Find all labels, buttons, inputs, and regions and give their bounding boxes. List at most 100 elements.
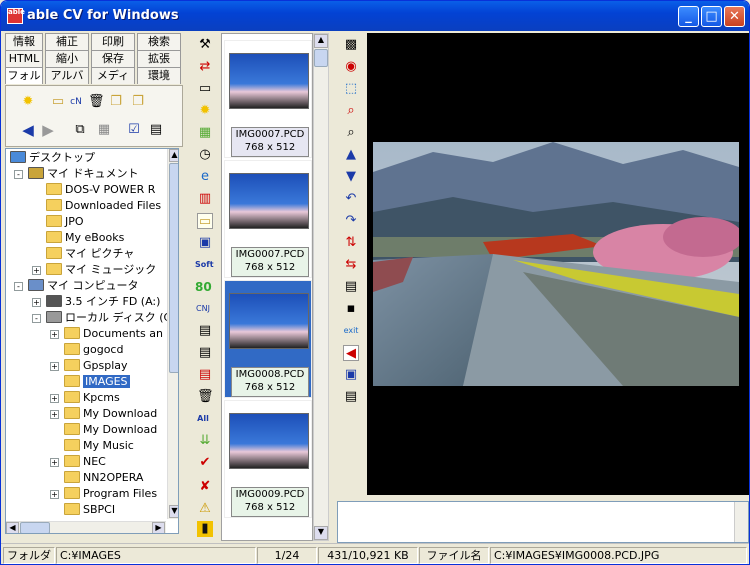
crop-icon[interactable]: ⬚ xyxy=(343,81,359,97)
comment-textbox[interactable] xyxy=(337,501,749,543)
color-icon[interactable]: ◉ xyxy=(343,59,359,75)
folder-tree[interactable]: デスクトップ - マイ ドキュメント DOS-V POWER R Downloaded … xyxy=(5,148,179,534)
tree-node[interactable]: My Download xyxy=(64,422,157,438)
tree-expander[interactable]: - xyxy=(32,314,41,323)
flip-horizontal-icon[interactable]: ⇆ xyxy=(343,257,359,273)
print-icon[interactable]: ▤ xyxy=(197,367,213,383)
album-icon[interactable]: ▣ xyxy=(197,235,213,251)
thumbnail-item[interactable]: IMG0009.PCD 768 x 512 xyxy=(224,400,312,518)
tree-horizontal-scrollbar[interactable]: ◀ ▶ xyxy=(6,521,166,533)
tree-node[interactable]: マイ ドキュメント xyxy=(28,166,139,182)
warning-icon[interactable]: ⚠ xyxy=(197,501,213,517)
scroll-right-icon[interactable]: ▶ xyxy=(152,522,165,533)
tree-expander[interactable]: + xyxy=(50,410,59,419)
tree-node[interactable]: デスクトップ xyxy=(10,150,95,166)
ie-icon[interactable]: e xyxy=(197,169,213,185)
doc-icon[interactable]: ▤ xyxy=(197,323,213,339)
tree-hscroll-thumb[interactable] xyxy=(20,522,50,533)
exit-icon[interactable]: ▮ xyxy=(197,521,213,537)
rotate-right-icon[interactable]: ↷ xyxy=(343,213,359,229)
tree-scroll-thumb[interactable] xyxy=(169,163,178,373)
thumbnail-item[interactable]: IMG0008.PCD 768 x 512 xyxy=(224,280,312,398)
chart-icon[interactable]: ▥ xyxy=(197,191,213,207)
properties-icon[interactable]: ▤ xyxy=(148,122,164,138)
tree-node[interactable]: Downloaded Files xyxy=(46,198,161,214)
tab-1-3[interactable]: 拡張 xyxy=(137,50,181,67)
check-icon[interactable]: ✔ xyxy=(197,455,213,471)
thumbnail-list[interactable]: IMG0007.PCD 768 x 512 IMG0007.PCD 768 x 512… xyxy=(221,33,313,541)
tree-expander[interactable]: - xyxy=(14,282,23,291)
tree-expander[interactable]: + xyxy=(32,266,41,275)
tab-0-3[interactable]: 検索 xyxy=(137,33,181,50)
folder-icon[interactable]: ▭ xyxy=(50,94,66,110)
rotate-left-icon[interactable]: ↶ xyxy=(343,191,359,207)
film-icon[interactable]: ▦ xyxy=(197,125,213,141)
tree-node[interactable]: SBPCI xyxy=(64,502,115,518)
zoom-ratio-icon[interactable]: ⌕ xyxy=(343,103,359,119)
tree-node[interactable]: JPO xyxy=(46,214,84,230)
scroll-up-icon[interactable]: ▲ xyxy=(169,149,178,162)
rename-icon[interactable]: cN xyxy=(68,94,84,110)
tree-node[interactable]: マイ ミュージック xyxy=(46,262,156,278)
tree-node[interactable]: gogocd xyxy=(64,342,123,358)
docs-icon[interactable]: ▤ xyxy=(197,345,213,361)
tree-expander[interactable]: + xyxy=(32,298,41,307)
tree-node[interactable]: ローカル ディスク (C xyxy=(46,310,171,326)
tree-node[interactable]: Program Files xyxy=(64,486,157,502)
sparkle-icon[interactable]: ✹ xyxy=(197,103,213,119)
back-arrow-icon[interactable]: ◀ xyxy=(20,122,36,138)
exchange-icon[interactable]: ⇄ xyxy=(197,59,213,75)
tree-expander[interactable]: + xyxy=(50,394,59,403)
select-icon[interactable]: ☑ xyxy=(126,122,142,138)
tree-node[interactable]: マイ ピクチャ xyxy=(46,246,134,262)
zoom-icon[interactable]: ⌕ xyxy=(343,125,359,141)
window-icon[interactable]: ▭ xyxy=(197,81,213,97)
paste-icon[interactable]: ▦ xyxy=(96,122,112,138)
tab-2-0[interactable]: フォルダ xyxy=(5,67,43,98)
tree-node[interactable]: My Music xyxy=(64,438,134,454)
tab-0-1[interactable]: 補正 xyxy=(45,33,89,50)
sound-icon[interactable]: ◀ xyxy=(343,345,359,361)
scroll-left-icon[interactable]: ◀ xyxy=(6,522,19,533)
up-icon[interactable]: ▲ xyxy=(343,147,359,163)
save-icon[interactable]: ▪ xyxy=(343,301,359,317)
folder-move-icon[interactable]: ❐ xyxy=(130,94,146,110)
thumbnail-item[interactable]: IMG0007.PCD 768 x 512 xyxy=(224,40,312,158)
tree-node[interactable]: DOS-V POWER R xyxy=(46,182,155,198)
thumbnail-scrollbar[interactable]: ▲ ▼ xyxy=(313,33,329,541)
down-icon[interactable]: ▼ xyxy=(343,169,359,185)
tab-0-0[interactable]: 情報 xyxy=(5,33,43,50)
tab-1-1[interactable]: 縮小 xyxy=(45,50,89,67)
copy-icon[interactable]: ⧉ xyxy=(72,122,88,138)
scroll-down-icon[interactable]: ▼ xyxy=(169,505,178,518)
open-folder-icon[interactable]: ▭ xyxy=(197,213,213,229)
tab-2-3[interactable]: 環境 xyxy=(137,67,181,84)
tree-node[interactable]: My Download xyxy=(64,406,157,422)
scroll-down-icon[interactable]: ▼ xyxy=(314,526,328,540)
cn-icon[interactable]: CNJ xyxy=(195,301,211,317)
tree-expander[interactable]: + xyxy=(50,330,59,339)
tab-2-2[interactable]: メディア xyxy=(91,67,135,98)
eighty-icon[interactable]: 80 xyxy=(195,279,212,295)
trash-icon[interactable]: 🗑 xyxy=(197,389,214,405)
clock-icon[interactable]: ◷ xyxy=(197,147,213,163)
scroll-up-icon[interactable]: ▲ xyxy=(314,34,328,48)
tree-node[interactable]: IMAGES xyxy=(64,374,130,390)
thumbnail-item[interactable]: IMG0007.PCD 768 x 512 xyxy=(224,160,312,278)
tools-icon[interactable]: ⚒ xyxy=(197,37,213,53)
title-bar[interactable]: able able CV for Windows _ □ ✕ xyxy=(1,1,749,31)
tab-0-2[interactable]: 印刷 xyxy=(91,33,135,50)
forward-arrow-icon[interactable]: ▶ xyxy=(40,122,56,138)
delete-icon[interactable]: 🗑 xyxy=(88,94,105,110)
exit-view-icon[interactable]: exit xyxy=(343,323,359,339)
copy-file-icon[interactable]: ▤ xyxy=(343,279,359,295)
info-icon[interactable]: ▤ xyxy=(343,389,359,405)
flip-vertical-icon[interactable]: ⇅ xyxy=(343,235,359,251)
tree-expander[interactable]: + xyxy=(50,458,59,467)
down-check-icon[interactable]: ⇊ xyxy=(197,433,213,449)
folder-copy-icon[interactable]: ❐ xyxy=(108,94,124,110)
select-all-icon[interactable]: All xyxy=(195,411,211,427)
new-icon[interactable]: ✹ xyxy=(20,94,36,110)
maximize-button[interactable]: □ xyxy=(701,6,722,27)
slideshow-icon[interactable]: ▣ xyxy=(343,367,359,383)
